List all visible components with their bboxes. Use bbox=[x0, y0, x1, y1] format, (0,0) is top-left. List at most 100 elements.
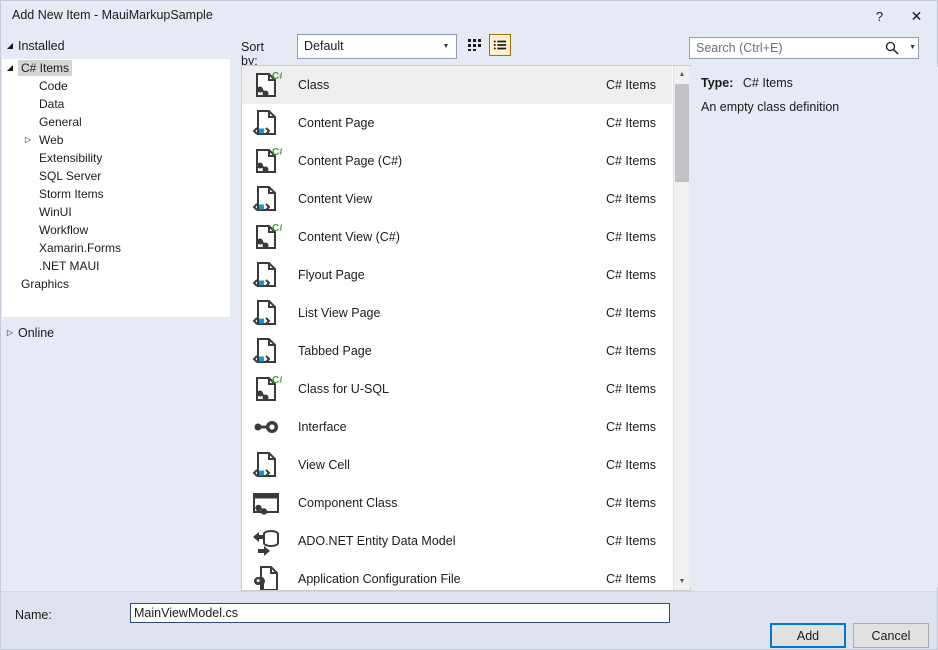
title-bar: Add New Item - MauiMarkupSample ? ✕ bbox=[1, 1, 937, 32]
entity-model-icon bbox=[253, 530, 279, 556]
tree-item-label: Web bbox=[39, 133, 64, 147]
template-description: An empty class definition bbox=[701, 100, 840, 114]
search-icon bbox=[885, 41, 899, 55]
search-dropdown-arrow-icon[interactable]: ▼ bbox=[909, 44, 916, 51]
tree-item-storm-items[interactable]: Storm Items bbox=[2, 185, 230, 203]
tree-item-label: Graphics bbox=[21, 277, 70, 291]
xaml-file-icon bbox=[252, 110, 276, 135]
tree-item-data[interactable]: Data bbox=[2, 95, 230, 113]
csharp-file-icon: C# bbox=[250, 145, 285, 177]
list-item-category: C# Items bbox=[605, 116, 656, 130]
csharp-file-icon: C# bbox=[250, 69, 285, 101]
chevron-down-icon[interactable]: ◢ bbox=[2, 64, 18, 72]
sort-by-dropdown[interactable]: Default ▼ bbox=[297, 34, 457, 59]
online-node[interactable]: ▷ Online bbox=[2, 322, 230, 344]
type-row: Type: C# Items bbox=[701, 76, 793, 90]
list-item-name: Class bbox=[298, 78, 330, 92]
list-item[interactable]: Flyout Page C# Items bbox=[242, 256, 672, 294]
list-item[interactable]: Content Page C# Items bbox=[242, 104, 672, 142]
sort-by-value: Default bbox=[304, 39, 344, 53]
scrollbar-thumb[interactable] bbox=[675, 84, 689, 182]
list-scrollbar[interactable]: ▲ ▼ bbox=[673, 66, 690, 590]
list-item-name: Flyout Page bbox=[298, 268, 365, 282]
list-item[interactable]: List View Page C# Items bbox=[242, 294, 672, 332]
tree-item-net-maui[interactable]: .NET MAUI bbox=[2, 257, 230, 275]
tree-item-graphics[interactable]: Graphics bbox=[2, 275, 230, 293]
tree-item-web[interactable]: ▷ Web bbox=[2, 131, 230, 149]
list-item-name: Class for U-SQL bbox=[298, 382, 389, 396]
list-item[interactable]: C# Class C# Items bbox=[242, 66, 672, 104]
list-item-name: Content View bbox=[298, 192, 373, 206]
config-file-icon bbox=[253, 566, 278, 590]
tree-item-label: SQL Server bbox=[39, 169, 102, 183]
csharp-file-icon: C# bbox=[256, 71, 285, 97]
list-item-category: C# Items bbox=[605, 78, 656, 92]
list-item[interactable]: Tabbed Page C# Items bbox=[242, 332, 672, 370]
xaml-file-icon bbox=[252, 262, 276, 287]
list-item-category: C# Items bbox=[605, 496, 656, 510]
list-item-category: C# Items bbox=[605, 572, 656, 586]
tree-item-label: General bbox=[39, 115, 82, 129]
sort-by-label: Sort by: bbox=[241, 40, 264, 68]
category-tree[interactable]: ◢ C# Items Code Data General ▷ Web Extensibilit… bbox=[2, 59, 230, 317]
tree-item-code[interactable]: Code bbox=[2, 77, 230, 95]
name-input[interactable] bbox=[130, 603, 670, 623]
tree-item-xamarin-forms[interactable]: Xamarin.Forms bbox=[2, 239, 230, 257]
tree-item-extensibility[interactable]: Extensibility bbox=[2, 149, 230, 167]
list-item-name: ADO.NET Entity Data Model bbox=[298, 534, 456, 548]
list-item[interactable]: Application Configuration File C# Items bbox=[242, 560, 672, 590]
xaml-file-icon bbox=[250, 259, 282, 291]
scroll-down-arrow-icon[interactable]: ▼ bbox=[674, 573, 690, 590]
add-new-item-dialog: Add New Item - MauiMarkupSample ? ✕ ◢ In… bbox=[0, 0, 938, 650]
add-button[interactable]: Add bbox=[770, 623, 846, 648]
list-item-category: C# Items bbox=[605, 306, 656, 320]
close-button[interactable]: ✕ bbox=[894, 1, 938, 32]
list-item-name: Content View (C#) bbox=[298, 230, 400, 244]
dialog-title: Add New Item - MauiMarkupSample bbox=[12, 8, 213, 22]
tree-item-label: Xamarin.Forms bbox=[39, 241, 122, 255]
tree-item-workflow[interactable]: Workflow bbox=[2, 221, 230, 239]
list-item[interactable]: C# Class for U-SQL C# Items bbox=[242, 370, 672, 408]
chevron-right-icon[interactable]: ▷ bbox=[20, 136, 36, 144]
chevron-down-icon: ◢ bbox=[6, 40, 14, 50]
list-item-category: C# Items bbox=[605, 268, 656, 282]
search-box[interactable]: Search (Ctrl+E) ▼ bbox=[689, 37, 919, 59]
tree-item-c-items[interactable]: ◢ C# Items bbox=[2, 59, 230, 77]
list-item[interactable]: Component Class C# Items bbox=[242, 484, 672, 522]
installed-header[interactable]: ◢ Installed bbox=[2, 34, 230, 57]
svg-text:C#: C# bbox=[272, 147, 282, 158]
list-item[interactable]: View Cell C# Items bbox=[242, 446, 672, 484]
list-item-name: Application Configuration File bbox=[298, 572, 461, 586]
list-item[interactable]: Interface C# Items bbox=[242, 408, 672, 446]
search-placeholder: Search (Ctrl+E) bbox=[696, 41, 783, 55]
name-label: Name: bbox=[15, 608, 52, 622]
config-file-icon bbox=[250, 563, 282, 590]
xaml-file-icon bbox=[250, 335, 282, 367]
list-item-category: C# Items bbox=[605, 154, 656, 168]
xaml-file-icon bbox=[252, 338, 276, 363]
tree-item-label: Code bbox=[39, 79, 68, 93]
list-item-name: View Cell bbox=[298, 458, 350, 472]
list-item-category: C# Items bbox=[605, 192, 656, 206]
list-item-name: List View Page bbox=[298, 306, 381, 320]
list-item[interactable]: C# Content Page (C#) C# Items bbox=[242, 142, 672, 180]
categories-pane: ◢ Installed ◢ C# Items Code Data General ▷ Web… bbox=[2, 32, 230, 588]
list-item[interactable]: C# Content View (C#) C# Items bbox=[242, 218, 672, 256]
tree-item-winui[interactable]: WinUI bbox=[2, 203, 230, 221]
tiles-view-button[interactable] bbox=[463, 34, 485, 56]
tree-item-sql-server[interactable]: SQL Server bbox=[2, 167, 230, 185]
template-list[interactable]: C# Class C# Items Content Page C# Items C# Con… bbox=[241, 65, 691, 591]
svg-text:C#: C# bbox=[272, 375, 282, 386]
list-view-button[interactable] bbox=[489, 34, 511, 56]
chevron-down-icon: ▼ bbox=[442, 43, 450, 50]
cancel-button[interactable]: Cancel bbox=[853, 623, 929, 648]
interface-icon bbox=[254, 421, 278, 433]
xaml-file-icon bbox=[252, 300, 276, 325]
list-item[interactable]: ADO.NET Entity Data Model C# Items bbox=[242, 522, 672, 560]
scroll-up-arrow-icon[interactable]: ▲ bbox=[674, 66, 690, 83]
list-item-name: Content Page (C#) bbox=[298, 154, 403, 168]
list-item-name: Component Class bbox=[298, 496, 398, 510]
tree-item-general[interactable]: General bbox=[2, 113, 230, 131]
footer-bar: Name: Add Cancel bbox=[1, 592, 937, 649]
list-item[interactable]: Content View C# Items bbox=[242, 180, 672, 218]
